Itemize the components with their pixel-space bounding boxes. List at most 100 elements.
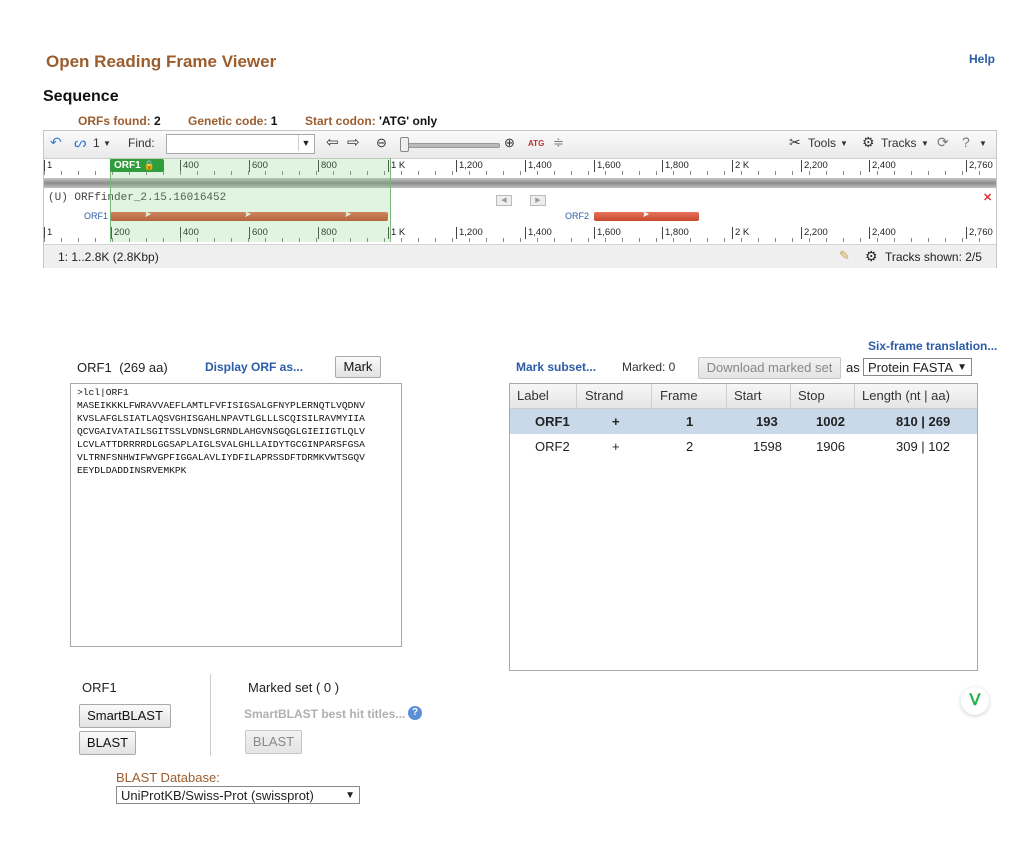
table-row[interactable]: ORF1 + 1 193 1002 810 | 269: [510, 409, 977, 434]
orf-sequence-textarea[interactable]: >lcl|ORF1 MASEIKKKLFWRAVVAEFLAMTLFVFISIG…: [70, 383, 402, 647]
ruler-tick-label: 2,200: [801, 160, 828, 172]
ruler-minor-tick: [520, 238, 521, 242]
orf2-bar[interactable]: ➤: [594, 209, 699, 221]
feedback-icon[interactable]: ⴸ: [961, 687, 989, 715]
ruler-minor-tick: [928, 238, 929, 242]
ruler-minor-tick: [639, 171, 640, 175]
blast-database-label: BLAST Database:: [116, 770, 220, 785]
ruler-minor-tick: [707, 171, 708, 175]
format-select[interactable]: Protein FASTA ▼: [863, 358, 972, 376]
ruler-minor-tick: [571, 238, 572, 242]
zoom-out-icon[interactable]: ⊖: [376, 135, 387, 151]
cell-strand: +: [612, 439, 620, 454]
ruler-minor-tick: [401, 171, 402, 175]
marked-set-label: Marked set: [248, 680, 313, 695]
sequence-viewer[interactable]: ↶ ᔕ 1 ▼ Find: ▼ ⇦ ⇨ ⊖ ⊕ ATG ≑ ✂ Tools ▼ …: [43, 130, 997, 268]
forward-arrow-icon[interactable]: ⇨: [347, 133, 360, 151]
ruler-minor-tick: [809, 171, 810, 175]
orf2-track-label: ORF2: [565, 211, 590, 221]
help-chevron-icon[interactable]: ▼: [979, 139, 987, 148]
genetic-code: Genetic code: 1: [188, 114, 277, 128]
help-link[interactable]: Help: [969, 52, 995, 66]
ruler-minor-tick: [690, 238, 691, 242]
column-start[interactable]: Start: [734, 388, 761, 403]
tools-icon[interactable]: ✂: [789, 134, 801, 151]
ruler-minor-tick: [605, 171, 606, 175]
column-label[interactable]: Label: [517, 388, 549, 403]
marked-blast-button[interactable]: BLAST: [245, 730, 302, 754]
range-text: 1: 1..2.8K (2.8Kbp): [58, 250, 159, 264]
ruler-minor-tick: [571, 171, 572, 175]
tracks-shown[interactable]: Tracks shown: 2/5: [885, 250, 982, 264]
question-icon[interactable]: ?: [962, 134, 970, 150]
prev-track-icon[interactable]: ◀: [496, 195, 512, 206]
ruler-tick-label: 2,200: [801, 227, 828, 239]
question-icon[interactable]: ?: [408, 706, 422, 720]
as-label: as: [846, 360, 860, 375]
tracks-menu[interactable]: Tracks: [881, 136, 917, 150]
find-dropdown-icon[interactable]: ▼: [298, 135, 313, 151]
ruler-tick-label: 2,400: [869, 227, 896, 239]
tools-menu[interactable]: Tools: [808, 136, 836, 150]
column-strand[interactable]: Strand: [585, 388, 623, 403]
orf-table: Label Strand Frame Start Stop Length (nt…: [509, 383, 978, 671]
blast-database-value: UniProtKB/Swiss-Prot (swissprot): [121, 788, 314, 803]
zoom-slider[interactable]: [402, 143, 500, 148]
chevron-down-icon[interactable]: ▼: [103, 139, 111, 148]
next-track-icon[interactable]: ▶: [530, 195, 546, 206]
ruler-minor-tick: [758, 238, 759, 242]
ruler-tick-label: 1,400: [525, 227, 552, 239]
marked-set: Marked set ( 0 ): [248, 680, 339, 695]
ruler-minor-tick: [44, 238, 45, 242]
close-icon[interactable]: ✕: [983, 191, 992, 204]
blast-database-select[interactable]: UniProtKB/Swiss-Prot (swissprot) ▼: [116, 786, 360, 804]
chevron-down-icon: ▼: [345, 790, 355, 801]
gear-icon[interactable]: ⚙: [862, 134, 875, 151]
undo-icon[interactable]: ↶: [50, 134, 62, 151]
zoom-in-icon[interactable]: ⊕: [504, 135, 515, 151]
collapse-icon[interactable]: ≑: [553, 135, 564, 151]
ruler-minor-tick: [537, 171, 538, 175]
column-frame[interactable]: Frame: [660, 388, 698, 403]
atg-icon[interactable]: ATG: [528, 139, 544, 148]
display-orf-as-link[interactable]: Display ORF as...: [205, 360, 303, 374]
table-row[interactable]: ORF2 + 2 1598 1906 309 | 102: [510, 434, 977, 459]
start-codon-value: 'ATG' only: [379, 114, 438, 128]
ruler-minor-tick: [656, 238, 657, 242]
ruler-minor-tick: [979, 238, 980, 242]
mark-button[interactable]: Mark: [335, 356, 381, 378]
six-frame-translation-link[interactable]: Six-frame translation...: [868, 339, 997, 353]
pencil-icon[interactable]: ✎: [839, 248, 850, 264]
cell-start: 193: [756, 414, 778, 429]
ruler-minor-tick: [877, 238, 878, 242]
refresh-icon[interactable]: ⟳: [937, 134, 949, 151]
ruler-minor-tick: [945, 238, 946, 242]
ruler-minor-tick: [61, 171, 62, 175]
download-marked-set-button[interactable]: Download marked set: [698, 357, 841, 379]
cell-frame: 1: [686, 414, 694, 429]
ruler-minor-tick: [741, 238, 742, 242]
ruler-minor-tick: [673, 238, 674, 242]
mark-subset-link[interactable]: Mark subset...: [516, 360, 596, 374]
back-arrow-icon[interactable]: ⇦: [326, 133, 339, 151]
selected-orf-tag-label: ORF1: [114, 160, 141, 171]
column-length[interactable]: Length (nt | aa): [862, 388, 950, 403]
column-stop[interactable]: Stop: [798, 388, 825, 403]
zoom-slider-handle[interactable]: [400, 137, 409, 152]
smartblast-button[interactable]: SmartBLAST: [79, 704, 171, 728]
ruler-minor-tick: [690, 171, 691, 175]
tracks-chevron-icon[interactable]: ▼: [921, 139, 929, 148]
ruler-minor-tick: [622, 171, 623, 175]
gear-icon[interactable]: ⚙: [865, 248, 878, 265]
ruler-minor-tick: [979, 171, 980, 175]
blast-button[interactable]: BLAST: [79, 731, 136, 755]
tracks-icon[interactable]: ᔕ: [74, 134, 86, 151]
tools-chevron-icon[interactable]: ▼: [840, 139, 848, 148]
smartblast-best-hit-link[interactable]: SmartBLAST best hit titles...: [244, 707, 405, 721]
start-codon: Start codon: 'ATG' only: [305, 114, 437, 128]
find-input[interactable]: [166, 134, 315, 154]
track-count[interactable]: 1: [93, 136, 100, 150]
ruler-tick-label: 2,400: [869, 160, 896, 172]
ruler-minor-tick: [588, 238, 589, 242]
selected-orf-tag[interactable]: ORF1 🔒: [110, 159, 164, 172]
